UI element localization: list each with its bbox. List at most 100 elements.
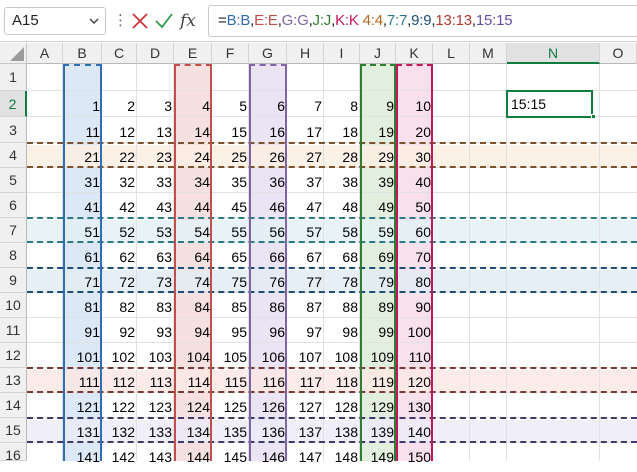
- select-all-corner[interactable]: [0, 43, 27, 64]
- grid-cell[interactable]: 85: [212, 293, 249, 318]
- grid-cell[interactable]: 32: [102, 168, 137, 193]
- grid-cell[interactable]: 95: [212, 318, 249, 343]
- grid-cell[interactable]: 16: [249, 117, 287, 143]
- row-header-14[interactable]: 14: [0, 393, 27, 418]
- grid-cell[interactable]: 89: [360, 293, 396, 318]
- row-header-15[interactable]: 15: [0, 418, 27, 443]
- grid-cell[interactable]: 123: [137, 393, 174, 418]
- row-header-6[interactable]: 6: [0, 193, 27, 218]
- grid-cell[interactable]: 1: [63, 91, 102, 117]
- grid-cell[interactable]: 45: [212, 193, 249, 218]
- grid-cell[interactable]: 47: [287, 193, 324, 218]
- column-header-h[interactable]: H: [287, 43, 324, 64]
- grid-cell[interactable]: 46: [249, 193, 287, 218]
- grid-cell[interactable]: 142: [102, 443, 137, 468]
- grid-cell[interactable]: 88: [324, 293, 360, 318]
- grid-cell[interactable]: 18: [324, 117, 360, 143]
- grid-cell[interactable]: 70: [396, 243, 433, 268]
- grid-cell[interactable]: 31: [63, 168, 102, 193]
- grid-cell[interactable]: 93: [137, 318, 174, 343]
- grid-cell[interactable]: 12: [102, 117, 137, 143]
- grid-cell[interactable]: 108: [324, 343, 360, 368]
- grid-cell[interactable]: 19: [360, 117, 396, 143]
- grid-cell[interactable]: 129: [360, 393, 396, 418]
- row-header-4[interactable]: 4: [0, 143, 27, 168]
- grid-cell[interactable]: 127: [287, 393, 324, 418]
- grid-cell[interactable]: 65: [212, 243, 249, 268]
- grid-cell[interactable]: 99: [360, 318, 396, 343]
- grid-cell[interactable]: 92: [102, 318, 137, 343]
- grid-cell[interactable]: 86: [249, 293, 287, 318]
- column-header-a[interactable]: A: [27, 43, 63, 64]
- grid-cell[interactable]: 141: [63, 443, 102, 468]
- grid-cell[interactable]: 147: [287, 443, 324, 468]
- grid-cell[interactable]: 4: [174, 91, 212, 117]
- column-header-k[interactable]: K: [396, 43, 433, 64]
- grid-cell[interactable]: 42: [102, 193, 137, 218]
- select-all-triangle-icon[interactable]: [0, 43, 27, 64]
- column-header-n[interactable]: N: [507, 43, 600, 64]
- grid-cell[interactable]: 149: [360, 443, 396, 468]
- grid-cell[interactable]: 7: [287, 91, 324, 117]
- grid-cell[interactable]: 17: [287, 117, 324, 143]
- grid-cell[interactable]: 148: [324, 443, 360, 468]
- row-header-13[interactable]: 13: [0, 368, 27, 393]
- grid-cell[interactable]: 83: [137, 293, 174, 318]
- grid-cell[interactable]: 38: [324, 168, 360, 193]
- grid-cell[interactable]: 103: [137, 343, 174, 368]
- grid-cell[interactable]: 14: [174, 117, 212, 143]
- row-header-2[interactable]: 2: [0, 91, 27, 117]
- grid-cell[interactable]: 106: [249, 343, 287, 368]
- grid-cell[interactable]: 36: [249, 168, 287, 193]
- row-header-5[interactable]: 5: [0, 168, 27, 193]
- grid-cell[interactable]: 110: [396, 343, 433, 368]
- grid-cell[interactable]: 40: [396, 168, 433, 193]
- grid-cell[interactable]: 97: [287, 318, 324, 343]
- grid-cell[interactable]: 2: [102, 91, 137, 117]
- column-header-j[interactable]: J: [360, 43, 396, 64]
- grid-cell[interactable]: 3: [137, 91, 174, 117]
- row-header-1[interactable]: 1: [0, 64, 27, 91]
- grid-cell[interactable]: 146: [249, 443, 287, 468]
- grid-cell[interactable]: 144: [174, 443, 212, 468]
- grid-cell[interactable]: 107: [287, 343, 324, 368]
- grid-cell[interactable]: 64: [174, 243, 212, 268]
- grid-cell[interactable]: 13: [137, 117, 174, 143]
- grid-cell[interactable]: 109: [360, 343, 396, 368]
- grid-cell[interactable]: 33: [137, 168, 174, 193]
- column-header-c[interactable]: C: [102, 43, 137, 64]
- row-header-10[interactable]: 10: [0, 293, 27, 318]
- grid-cell[interactable]: 150: [396, 443, 433, 468]
- grid-cell[interactable]: 124: [174, 393, 212, 418]
- row-header-3[interactable]: 3: [0, 117, 27, 143]
- grid-cell[interactable]: 20: [396, 117, 433, 143]
- grid-cell[interactable]: 34: [174, 168, 212, 193]
- column-header-g[interactable]: G: [249, 43, 287, 64]
- grid-cell[interactable]: 104: [174, 343, 212, 368]
- grid-cell[interactable]: 66: [249, 243, 287, 268]
- active-cell-n2[interactable]: 15:15: [506, 90, 593, 118]
- row-header-7[interactable]: 7: [0, 218, 27, 243]
- grid-cell[interactable]: 126: [249, 393, 287, 418]
- grid-cell[interactable]: 6: [249, 91, 287, 117]
- grid-cell[interactable]: 48: [324, 193, 360, 218]
- column-header-m[interactable]: M: [470, 43, 507, 64]
- grid-cell[interactable]: 5: [212, 91, 249, 117]
- grid-cell[interactable]: 39: [360, 168, 396, 193]
- grid-cell[interactable]: 105: [212, 343, 249, 368]
- grid-cell[interactable]: 9: [360, 91, 396, 117]
- grid-cell[interactable]: 100: [396, 318, 433, 343]
- column-header-b[interactable]: B: [63, 43, 102, 64]
- grid-cell[interactable]: 91: [63, 318, 102, 343]
- grid-cell[interactable]: 96: [249, 318, 287, 343]
- grid-cell[interactable]: 63: [137, 243, 174, 268]
- column-header-i[interactable]: I: [324, 43, 360, 64]
- row-header-12[interactable]: 12: [0, 343, 27, 368]
- column-header-f[interactable]: F: [212, 43, 249, 64]
- grid-cell[interactable]: 61: [63, 243, 102, 268]
- row-header-8[interactable]: 8: [0, 243, 27, 268]
- grid-cell[interactable]: 143: [137, 443, 174, 468]
- grid-cell[interactable]: 68: [324, 243, 360, 268]
- grid-cell[interactable]: 122: [102, 393, 137, 418]
- grid-cell[interactable]: 62: [102, 243, 137, 268]
